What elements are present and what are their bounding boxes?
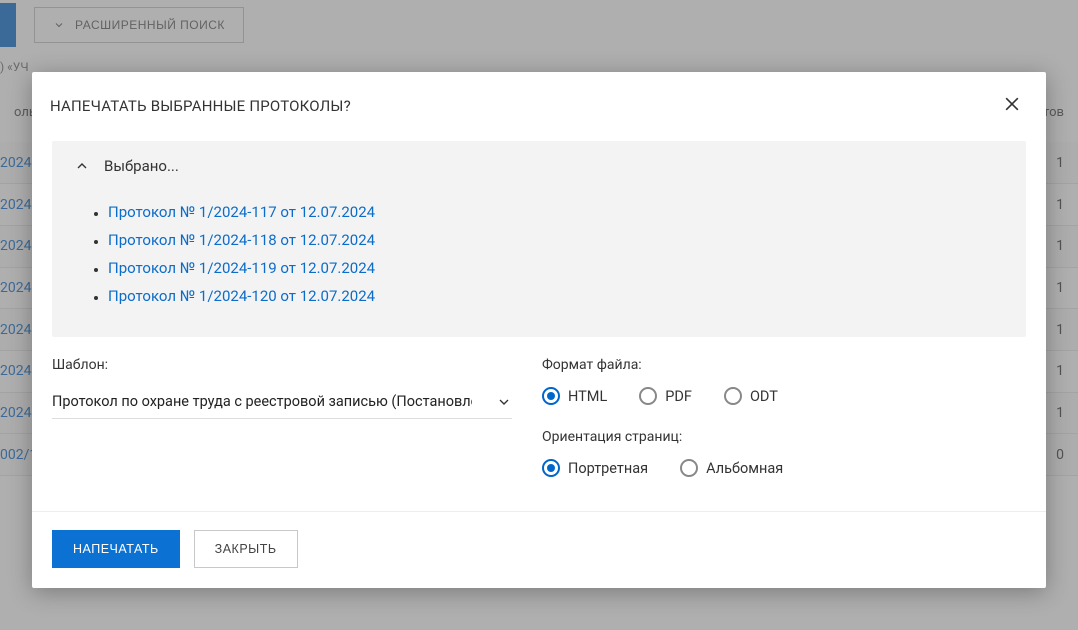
radio-icon (639, 387, 657, 405)
format-option[interactable]: ODT (724, 387, 778, 405)
protocol-link[interactable]: Протокол № 1/2024-120 от 12.07.2024 (108, 287, 375, 305)
orientation-label: Ориентация страниц: (542, 429, 1026, 445)
template-select[interactable]: Протокол по охране труда с реестровой за… (52, 387, 512, 419)
template-label: Шаблон: (52, 357, 512, 373)
dialog-title: НАПЕЧАТАТЬ ВЫБРАННЫЕ ПРОТОКОЛЫ? (50, 97, 351, 115)
dialog-body: Выбрано... Протокол № 1/2024-117 от 12.0… (32, 135, 1046, 501)
orientation-option[interactable]: Альбомная (680, 459, 783, 477)
close-icon (1002, 94, 1022, 114)
list-item: Протокол № 1/2024-119 от 12.07.2024 (108, 259, 1006, 277)
template-column: Шаблон: Протокол по охране труда с реест… (52, 357, 512, 501)
close-button[interactable] (998, 90, 1026, 121)
format-label: Формат файла: (542, 357, 1026, 373)
protocol-link[interactable]: Протокол № 1/2024-117 от 12.07.2024 (108, 203, 375, 221)
radio-icon (680, 459, 698, 477)
format-column: Формат файла: HTML PDF ODT Ориентация стра… (542, 357, 1026, 501)
radio-label: Портретная (568, 460, 648, 477)
radio-icon (542, 387, 560, 405)
cancel-button[interactable]: ЗАКРЫТЬ (194, 530, 298, 568)
selected-toggle[interactable]: Выбрано... (52, 141, 1026, 187)
settings-row: Шаблон: Протокол по охране труда с реест… (52, 357, 1026, 501)
orientation-radio-group: Портретная Альбомная (542, 459, 1026, 477)
format-radio-group: HTML PDF ODT (542, 387, 1026, 405)
radio-label: HTML (568, 388, 607, 405)
dialog-header: НАПЕЧАТАТЬ ВЫБРАННЫЕ ПРОТОКОЛЫ? (32, 72, 1046, 135)
radio-label: ODT (750, 388, 778, 405)
radio-icon (724, 387, 742, 405)
selected-panel: Выбрано... Протокол № 1/2024-117 от 12.0… (52, 141, 1026, 337)
list-item: Протокол № 1/2024-120 от 12.07.2024 (108, 287, 1006, 305)
print-dialog: НАПЕЧАТАТЬ ВЫБРАННЫЕ ПРОТОКОЛЫ? Выбрано.… (32, 72, 1046, 588)
protocol-link[interactable]: Протокол № 1/2024-119 от 12.07.2024 (108, 259, 375, 277)
template-value: Протокол по охране труда с реестровой за… (52, 393, 472, 410)
selected-header-label: Выбрано... (104, 157, 179, 175)
radio-icon (542, 459, 560, 477)
chevron-up-icon (74, 158, 90, 174)
orientation-option[interactable]: Портретная (542, 459, 648, 477)
modal-overlay[interactable]: НАПЕЧАТАТЬ ВЫБРАННЫЕ ПРОТОКОЛЫ? Выбрано.… (0, 0, 1078, 630)
radio-label: Альбомная (706, 460, 783, 477)
protocol-link[interactable]: Протокол № 1/2024-118 от 12.07.2024 (108, 231, 375, 249)
print-button[interactable]: НАПЕЧАТАТЬ (52, 530, 180, 568)
chevron-down-icon (496, 394, 512, 410)
list-item: Протокол № 1/2024-118 от 12.07.2024 (108, 231, 1006, 249)
selected-list: Протокол № 1/2024-117 от 12.07.2024 Прото… (52, 187, 1026, 337)
dialog-footer: НАПЕЧАТАТЬ ЗАКРЫТЬ (32, 511, 1046, 588)
radio-label: PDF (665, 388, 692, 405)
format-option[interactable]: HTML (542, 387, 607, 405)
format-option[interactable]: PDF (639, 387, 692, 405)
list-item: Протокол № 1/2024-117 от 12.07.2024 (108, 203, 1006, 221)
